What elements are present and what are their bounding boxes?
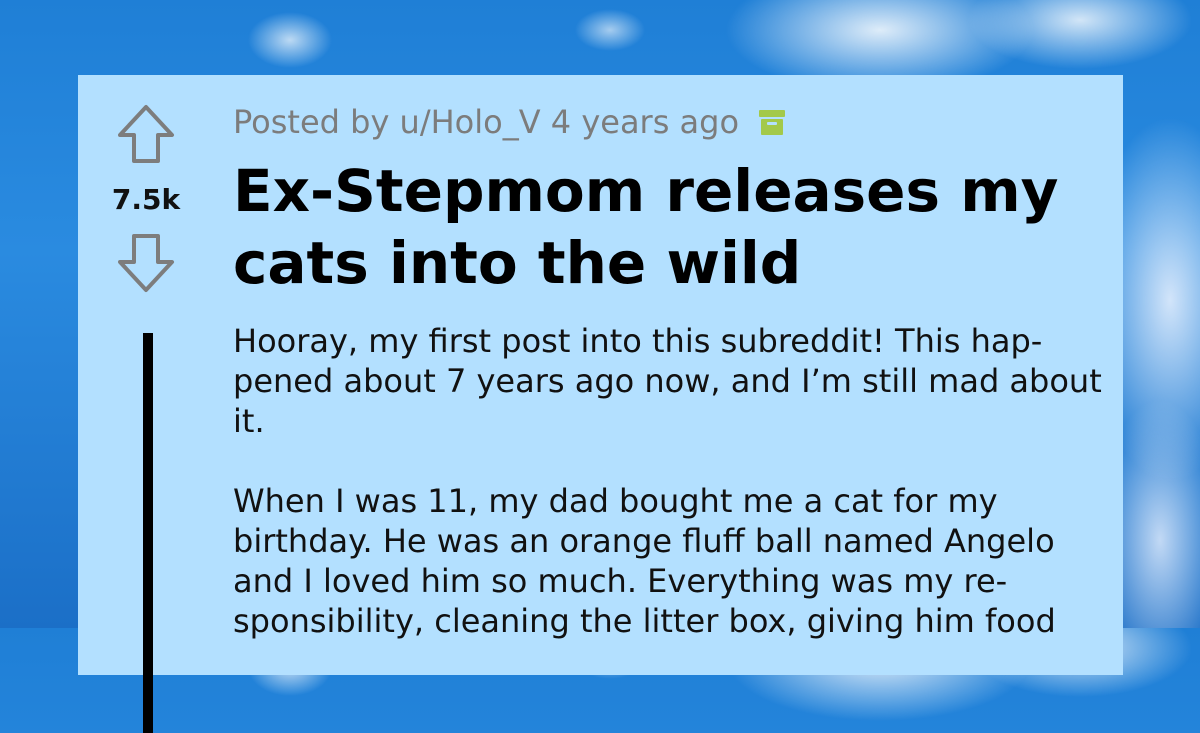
- downvote-arrow-icon[interactable]: [116, 232, 176, 294]
- body-paragraph: Hooray, my first post into this subreddi…: [233, 322, 1102, 440]
- post-body: Hooray, my first post into this subreddi…: [233, 321, 1103, 641]
- post-content: Posted by u/Holo_V 4 years ago Ex-Stepmo…: [233, 103, 1103, 681]
- post-card: 7.5k Posted by u/Holo_V 4 years ago Ex-S…: [78, 75, 1123, 733]
- vote-score: 7.5k: [111, 183, 181, 216]
- upvote-arrow-icon[interactable]: [116, 103, 176, 165]
- archive-box-icon: [759, 110, 786, 135]
- thread-line: [143, 333, 153, 733]
- body-paragraph: When I was 11, my dad bought me a cat fo…: [233, 482, 1056, 640]
- posted-by-text: Posted by u/Holo_V 4 years ago: [233, 103, 740, 141]
- vote-column: 7.5k: [106, 103, 186, 294]
- post-title[interactable]: Ex-Stepmom releases my cats into the wil…: [233, 155, 1103, 299]
- post-meta: Posted by u/Holo_V 4 years ago: [233, 103, 1103, 141]
